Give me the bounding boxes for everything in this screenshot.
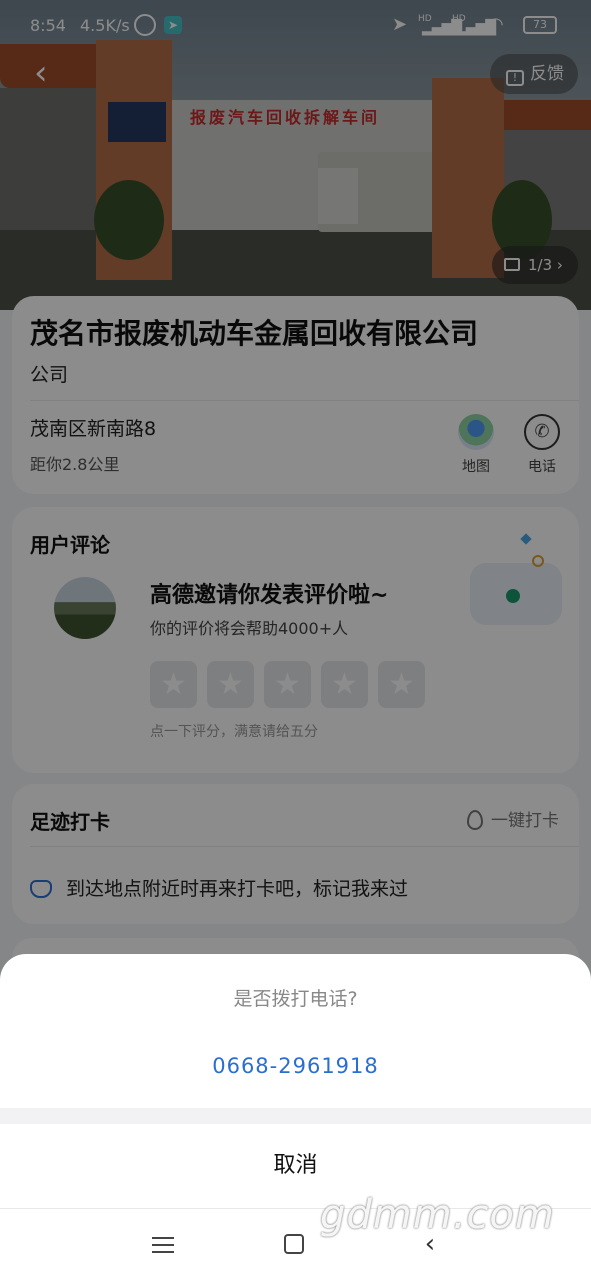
watermark-logo: gdmm.com [320,1192,555,1238]
home-icon[interactable] [284,1234,304,1254]
dialog-separator [0,1108,591,1124]
call-phone-number-button[interactable]: 0668-2961918 [0,1054,591,1078]
call-prompt: 是否拨打电话? [233,988,358,1010]
menu-icon[interactable] [150,1232,176,1258]
